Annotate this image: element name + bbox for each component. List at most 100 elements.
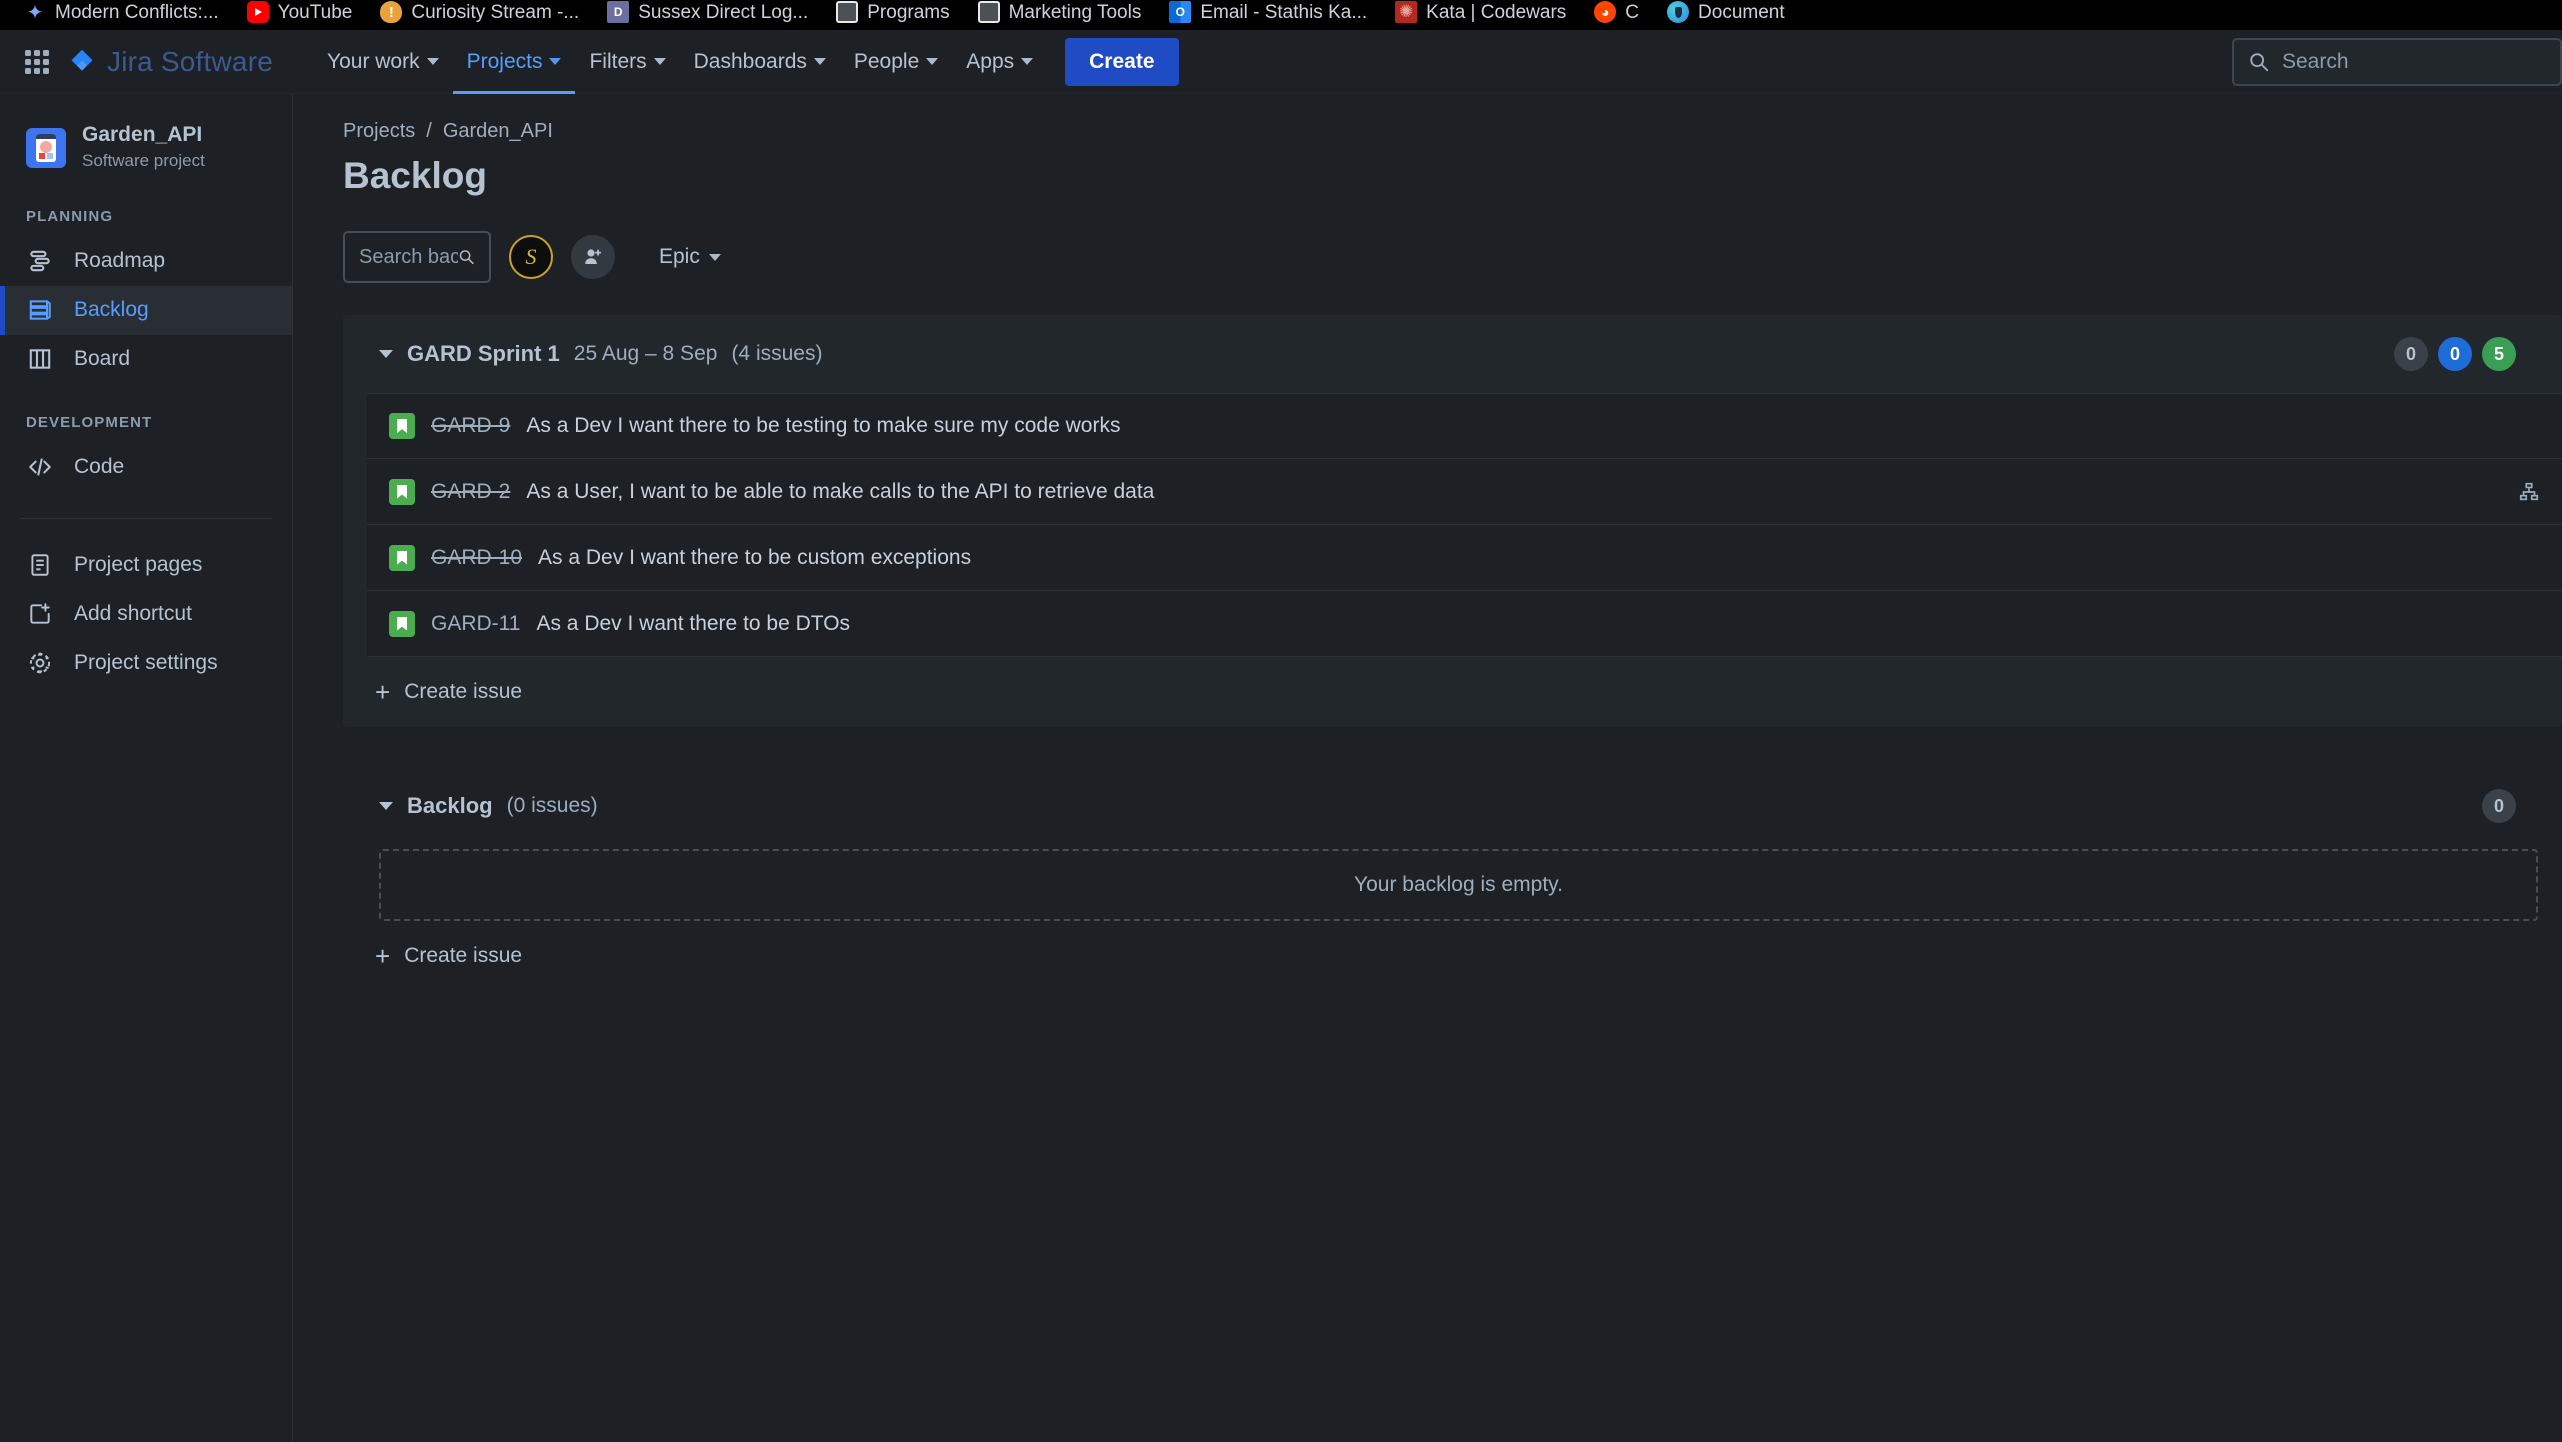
youtube-icon [246, 1, 269, 23]
empty-backlog-message: Your backlog is empty. [379, 849, 2538, 921]
jira-logo-icon [71, 49, 93, 71]
project-name: Garden_API [82, 123, 203, 146]
sidebar-item-project-pages[interactable]: Project pages [0, 541, 292, 590]
app-switcher-icon[interactable] [20, 45, 54, 79]
collapse-sprint-caret-icon[interactable] [379, 350, 393, 358]
table-row[interactable]: GARD-10 As a Dev I want there to be cust… [367, 525, 2562, 591]
issue-key[interactable]: GARD-9 [431, 414, 510, 438]
breadcrumb-projects[interactable]: Projects [343, 120, 415, 143]
table-row[interactable]: GARD-9 As a Dev I want there to be testi… [367, 393, 2562, 459]
bookmark-item[interactable]: ! Curiosity Stream -... [366, 0, 593, 30]
backlog-search-input[interactable] [359, 245, 458, 269]
spark-icon: ✦ [26, 1, 44, 24]
issue-row-actions [2518, 481, 2540, 503]
issue-key[interactable]: GARD-10 [431, 546, 522, 570]
sidebar-item-project-settings[interactable]: Project settings [0, 639, 292, 688]
bookmark-item[interactable]: ◕ C [1580, 0, 1653, 30]
bookmark-label: Programs [867, 1, 950, 23]
collapse-backlog-caret-icon[interactable] [379, 802, 393, 810]
sidebar-item-roadmap[interactable]: Roadmap [0, 237, 292, 286]
add-shortcut-icon [26, 600, 54, 628]
story-type-icon [389, 478, 415, 505]
nav-item-dashboards[interactable]: Dashboards [680, 30, 840, 94]
bookmark-label: Kata | Codewars [1426, 1, 1567, 23]
status-badge-todo: 0 [2482, 789, 2516, 823]
nav-item-filters[interactable]: Filters [575, 30, 679, 94]
bookmark-label: Curiosity Stream -... [411, 1, 580, 23]
curiosity-stream-icon: ! [380, 1, 403, 23]
bookmark-item[interactable]: YouTube [233, 0, 367, 30]
sprint-badges: 0 0 5 [2394, 337, 2536, 371]
sprint-dates: 25 Aug – 8 Sep [573, 342, 718, 365]
global-search[interactable] [2232, 37, 2562, 86]
create-button[interactable]: Create [1065, 37, 1179, 86]
backlog-panel: Backlog (0 issues) 0 Your backlog is emp… [343, 779, 2562, 991]
bookmark-label: Modern Conflicts:... [55, 1, 219, 23]
status-badge-done: 5 [2482, 337, 2516, 371]
backlog-search[interactable] [343, 231, 491, 283]
main-content: Projects / Garden_API Backlog Search bac… [293, 94, 2562, 1442]
sidebar-item-label: Add shortcut [74, 602, 192, 626]
code-icon [26, 453, 54, 481]
nav-label: People [853, 49, 920, 73]
sidebar-item-backlog[interactable]: Backlog [0, 285, 292, 335]
issue-key[interactable]: GARD-2 [431, 480, 510, 504]
search-icon [459, 250, 474, 265]
plus-icon: + [375, 941, 391, 971]
sidebar-section-planning: PLANNING [26, 207, 114, 225]
backlog-issue-count: (0 issues) [506, 794, 598, 817]
create-issue-button-sprint[interactable]: + Create issue [343, 657, 2562, 727]
status-badge-todo: 0 [2394, 337, 2428, 371]
bookmark-item[interactable]: ✦ Modern Conflicts:... [10, 0, 233, 30]
sidebar-item-board[interactable]: Board [0, 335, 292, 384]
bookmark-label: YouTube [277, 1, 353, 23]
folder-icon [977, 1, 1000, 23]
avatar[interactable]: S [509, 235, 553, 279]
brand-label: Jira Software [107, 45, 273, 77]
nav-label: Apps [966, 49, 1015, 73]
breadcrumb: Projects / Garden_API [343, 120, 2562, 143]
bookmark-item[interactable]: ✺ Kata | Codewars [1381, 0, 1580, 30]
chevron-down-icon [426, 58, 439, 65]
jira-brand-logo[interactable]: Jira Software [60, 40, 281, 84]
chevron-down-icon [926, 58, 939, 65]
create-issue-button-backlog[interactable]: + Create issue [343, 921, 2562, 991]
issue-summary: As a User, I want to be able to make cal… [526, 479, 1155, 503]
issue-summary: As a Dev I want there to be custom excep… [538, 545, 972, 569]
issue-key[interactable]: GARD-11 [431, 612, 520, 636]
backlog-toolbar: S Epic [343, 231, 2562, 283]
sidebar-item-label: Backlog [74, 298, 149, 322]
backlog-icon [26, 296, 54, 324]
bookmark-item[interactable]: O Email - Stathis Ka... [1155, 0, 1381, 30]
nav-item-apps[interactable]: Apps [952, 30, 1047, 94]
chevron-down-icon [653, 58, 666, 65]
nav-label: Filters [589, 49, 647, 73]
sprint-header: GARD Sprint 1 25 Aug – 8 Sep (4 issues) … [343, 315, 2562, 393]
nav-item-your-work[interactable]: Your work [313, 30, 453, 94]
sidebar-item-add-shortcut[interactable]: Add shortcut [0, 590, 292, 639]
bookmark-label: Marketing Tools [1008, 1, 1142, 23]
sidebar-item-label: Code [74, 455, 125, 479]
browser-bookmark-bar: ✦ Modern Conflicts:... YouTube ! Curiosi… [0, 0, 2562, 30]
epic-filter-dropdown[interactable]: Epic [647, 235, 733, 279]
project-header[interactable]: Garden_API Software project [0, 122, 292, 174]
bookmark-item[interactable]: Marketing Tools [964, 0, 1156, 30]
bookmark-item[interactable]: Programs [822, 0, 963, 30]
chevron-down-icon [1021, 58, 1034, 65]
codewars-icon: ✺ [1395, 1, 1418, 23]
add-people-button[interactable] [571, 235, 615, 279]
table-row[interactable]: GARD-2 As a User, I want to be able to m… [367, 459, 2562, 525]
sidebar-item-code[interactable]: Code [0, 443, 292, 492]
table-row[interactable]: GARD-11 As a Dev I want there to be DTOs [367, 591, 2562, 657]
breadcrumb-current-project[interactable]: Garden_API [443, 120, 553, 143]
bookmark-item[interactable]: D Sussex Direct Log... [593, 0, 822, 30]
nav-item-people[interactable]: People [840, 30, 952, 94]
nav-item-projects[interactable]: Projects [452, 30, 576, 94]
create-issue-label: Create issue [404, 680, 523, 703]
create-issue-label: Create issue [404, 944, 523, 967]
project-avatar-icon [26, 127, 66, 168]
page-icon [26, 551, 54, 579]
chevron-down-icon [549, 58, 562, 65]
search-input[interactable] [2282, 49, 2546, 74]
bookmark-item[interactable]: Document [1653, 0, 1799, 30]
